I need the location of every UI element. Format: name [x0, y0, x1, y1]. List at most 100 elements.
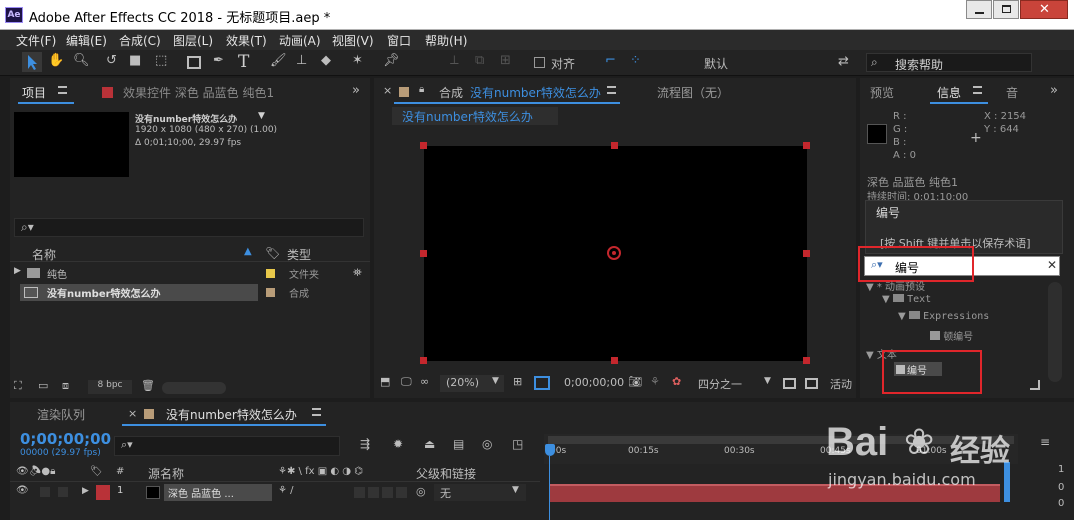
visibility-icon[interactable]: 👁︎: [16, 485, 29, 496]
monitor-icon[interactable]: 🖵︎: [401, 376, 412, 387]
graph-editor-icon[interactable]: ◳: [512, 438, 523, 450]
grid-options-icon[interactable]: ⊞: [513, 376, 522, 387]
tab-audio[interactable]: 音: [1006, 84, 1018, 101]
transform-handle[interactable]: [803, 142, 810, 149]
clone-stamp-icon[interactable]: ⊥: [296, 54, 307, 67]
tab-flowchart[interactable]: 流程图（无）: [657, 84, 729, 101]
hand-icon[interactable]: ✋: [48, 54, 64, 67]
menu-edit[interactable]: 编辑(E): [66, 32, 107, 49]
flowchart-icon[interactable]: ⛯: [353, 266, 362, 280]
label-column-icon[interactable]: 🏷︎: [265, 246, 280, 260]
lock-icon[interactable]: 🔒︎: [419, 84, 424, 95]
show-snapshot-icon[interactable]: ⚘: [650, 376, 660, 387]
roto-brush-icon[interactable]: ✶: [352, 54, 363, 67]
brush-icon[interactable]: 🖌︎: [270, 54, 287, 67]
new-comp-icon[interactable]: ⧈: [62, 380, 69, 391]
clear-search-icon[interactable]: ✕: [1047, 258, 1057, 272]
transform-handle[interactable]: [611, 357, 618, 364]
snapshot-icon[interactable]: 📷︎: [628, 376, 642, 387]
trash-icon[interactable]: 🗑︎: [141, 380, 155, 391]
fast-preview-icon[interactable]: [783, 378, 796, 389]
resolution-dropdown[interactable]: 四分之一 ▼: [694, 375, 776, 392]
timeline-menu-icon[interactable]: ≡: [1040, 436, 1050, 448]
panel-overflow-icon[interactable]: »: [352, 84, 360, 97]
col-parent[interactable]: 父级和链接: [416, 465, 476, 482]
col-source-name[interactable]: 源名称: [148, 465, 184, 482]
tree-expressions-folder[interactable]: ▼ Expressions: [898, 311, 989, 322]
project-item-comp[interactable]: 没有number特效怎么办: [20, 284, 258, 301]
comp-breadcrumb[interactable]: 没有number特效怎么办: [392, 107, 558, 125]
pen-icon[interactable]: ✒: [213, 54, 224, 67]
transform-handle[interactable]: [420, 250, 427, 257]
camera-icon[interactable]: ■: [129, 54, 141, 67]
menu-layer[interactable]: 图层(L): [173, 32, 213, 49]
tab-timeline-comp[interactable]: 没有number特效怎么办: [166, 406, 297, 423]
comp-tab-menu-icon[interactable]: [607, 86, 616, 94]
selection-tool-button[interactable]: [22, 52, 42, 72]
panel-resize-icon[interactable]: [1030, 380, 1040, 390]
layer-row[interactable]: 👁︎ ▶ 1 深色 品蓝色 ... ⚘ / ◎ 无 ▼: [10, 484, 540, 502]
maximize-button[interactable]: [993, 0, 1019, 19]
tab-effect-controls[interactable]: 效果控件 深色 品蓝色 纯色1: [123, 84, 274, 101]
interpret-footage-icon[interactable]: ⛶: [14, 380, 22, 391]
project-scrollbar[interactable]: [162, 382, 226, 394]
layer-name-cell[interactable]: 深色 品蓝色 ...: [164, 484, 272, 501]
eraser-icon[interactable]: ◆: [321, 54, 331, 67]
close-tab-icon[interactable]: ×: [383, 84, 392, 97]
comp-tab-label[interactable]: 合成: [439, 84, 463, 101]
timeline-search-input[interactable]: ⌕▾: [114, 436, 340, 456]
timeline-timecode[interactable]: 0;00;00;00: [20, 430, 111, 448]
solo-toggle[interactable]: [40, 487, 50, 497]
label-swatch-yellow[interactable]: [266, 269, 275, 278]
menu-animation[interactable]: 动画(A): [279, 32, 321, 49]
tree-text-folder[interactable]: ▼ Text: [882, 294, 931, 305]
expand-arrow-icon[interactable]: ▶: [82, 486, 89, 496]
col-name-header[interactable]: 名称: [32, 246, 56, 263]
menu-window[interactable]: 窗口: [387, 32, 411, 49]
zoom-icon[interactable]: 🔍︎: [73, 54, 90, 67]
timeline-tab-menu-icon[interactable]: [312, 408, 321, 416]
label-swatch-tan[interactable]: [266, 288, 275, 297]
lock-toggle[interactable]: [58, 487, 68, 497]
transform-handle[interactable]: [803, 250, 810, 257]
project-tab-menu-icon[interactable]: [58, 86, 67, 94]
layer-label-swatch[interactable]: [96, 485, 110, 500]
motion-blur-icon[interactable]: ◎: [482, 438, 492, 450]
comp-mini-flowchart-icon[interactable]: ⇶: [360, 438, 370, 450]
layer-switch-icon[interactable]: ⚘ /: [278, 485, 294, 496]
menu-composition[interactable]: 合成(C): [119, 32, 161, 49]
new-folder-icon[interactable]: ▭: [38, 380, 48, 391]
region-of-interest-icon[interactable]: [534, 376, 550, 390]
rotate-icon[interactable]: ↺: [106, 54, 117, 67]
effects-scrollbar[interactable]: [1048, 282, 1062, 382]
draft-3d-icon[interactable]: ✹: [393, 438, 403, 450]
sort-ascending-icon[interactable]: ▲: [244, 246, 252, 257]
tree-animation-presets[interactable]: ▼ * 动画预设: [866, 278, 925, 293]
tab-info[interactable]: 信息: [937, 84, 961, 101]
workspace-default[interactable]: 默认: [704, 55, 728, 72]
rectangle-tool-icon[interactable]: [187, 56, 201, 69]
tab-preview[interactable]: 预览: [870, 84, 894, 101]
transparency-grid-icon[interactable]: [805, 378, 818, 389]
current-time-indicator[interactable]: [545, 438, 555, 520]
transform-handle[interactable]: [420, 142, 427, 149]
comp-info-dropdown-icon[interactable]: ▼: [258, 111, 265, 121]
close-button[interactable]: ✕: [1020, 0, 1068, 19]
frame-blending-icon[interactable]: ▤: [453, 438, 464, 450]
project-search-input[interactable]: ⌕▾: [14, 218, 364, 237]
info-tab-menu-icon[interactable]: [973, 86, 982, 94]
tree-preset-item[interactable]: 顿编号: [930, 328, 973, 343]
tab-project[interactable]: 项目: [22, 84, 46, 101]
menu-effect[interactable]: 效果(T): [226, 32, 267, 49]
search-help-field[interactable]: ⌕ 搜索帮助: [866, 53, 1032, 72]
transform-handle[interactable]: [420, 357, 427, 364]
close-tab-icon[interactable]: ×: [128, 407, 137, 420]
comp-tab-name[interactable]: 没有number特效怎么办: [470, 84, 601, 101]
bit-depth-button[interactable]: 8 bpc: [88, 380, 132, 394]
comp-timecode[interactable]: 0;00;00;00: [564, 376, 624, 389]
snap-edge-icon[interactable]: ⌐: [605, 54, 616, 67]
panel-overflow-icon[interactable]: »: [1050, 84, 1058, 97]
tab-render-queue[interactable]: 渲染队列: [37, 406, 85, 423]
parent-dropdown[interactable]: 无 ▼: [434, 484, 526, 501]
minimize-button[interactable]: [966, 0, 992, 19]
